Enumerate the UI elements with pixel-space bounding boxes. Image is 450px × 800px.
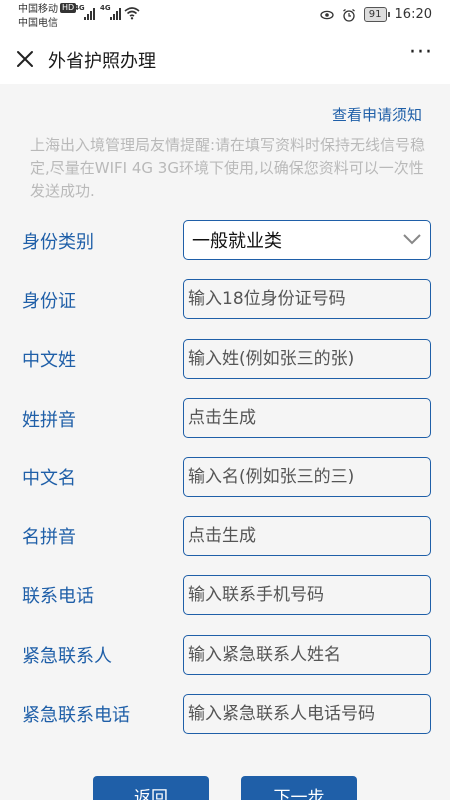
more-icon: ··· [409,40,433,65]
surname-input[interactable] [183,339,431,379]
clock: 16:20 [394,7,432,22]
identity-type-select[interactable]: 一般就业类 [183,220,431,260]
given-pinyin-label: 名拼音 [22,527,76,548]
surname-label: 中文姓 [22,350,76,371]
battery-indicator: 91 [363,7,390,22]
id-card-label: 身份证 [22,291,76,312]
surname-pinyin-input[interactable] [183,398,431,438]
view-notice-link[interactable]: 查看申请须知 [332,104,422,125]
back-button[interactable]: 返回 [93,776,209,800]
eye-icon [320,10,334,19]
emergency-contact-input[interactable] [183,635,431,675]
emergency-phone-label: 紧急联系电话 [22,705,130,726]
signal-strength-icon [84,8,95,20]
identity-type-label: 身份类别 [22,232,94,253]
emergency-contact-label: 紧急联系人 [22,646,112,667]
given-name-label: 中文名 [22,468,76,489]
page-title: 外省护照办理 [48,51,156,72]
chevron-down-icon [403,234,421,245]
phone-input[interactable] [183,575,431,615]
surname-pinyin-label: 姓拼音 [22,410,76,431]
title-bar: 外省护照办理 ··· [0,34,450,84]
id-card-input[interactable] [183,279,431,319]
given-pinyin-input[interactable] [183,516,431,556]
alarm-icon [342,8,355,22]
close-icon [17,51,33,67]
status-bar: 中国移动 中国电信 HD 4G 4G 91 16:20 [0,0,450,34]
emergency-phone-input[interactable] [183,694,431,734]
next-button[interactable]: 下一步 [241,776,357,800]
reminder-text: 上海出入境管理局友情提醒:请在填写资料时保持无线信号稳定,尽量在WIFI 4G … [30,136,426,200]
signal-strength-icon [110,8,121,20]
identity-type-value: 一般就业类 [192,231,282,252]
given-name-input[interactable] [183,457,431,497]
wifi-icon [124,7,140,20]
carrier-primary: 中国移动 [18,4,58,15]
more-options-button[interactable]: ··· [406,42,436,72]
close-button[interactable] [10,44,40,74]
carrier-secondary: 中国电信 [18,18,58,29]
phone-label: 联系电话 [22,586,94,607]
